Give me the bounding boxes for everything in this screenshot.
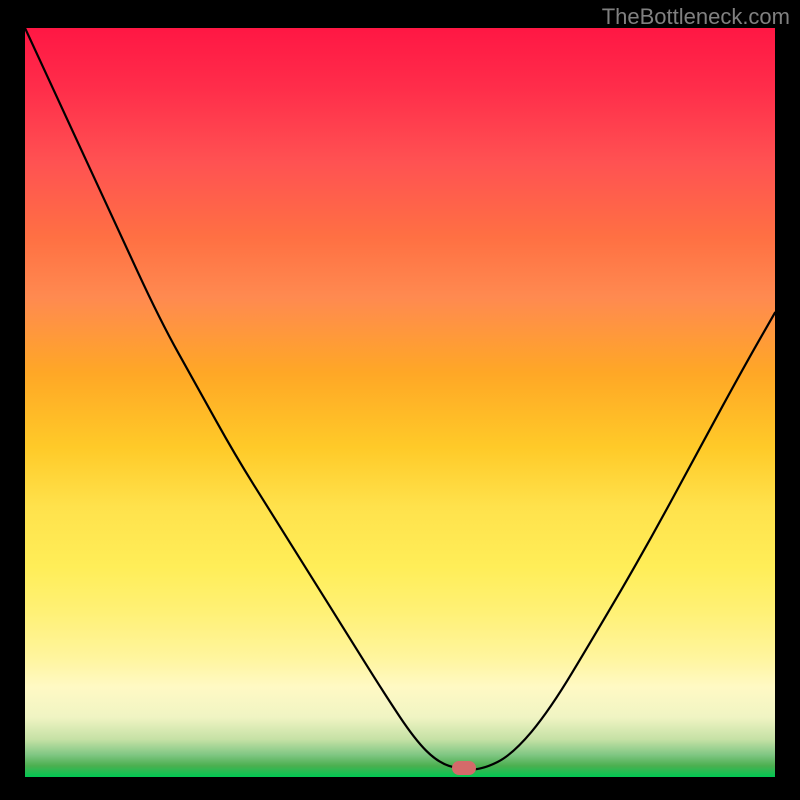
plot-area	[25, 28, 775, 777]
optimal-point-marker	[452, 761, 476, 775]
watermark-text: TheBottleneck.com	[602, 4, 790, 30]
bottleneck-curve	[25, 28, 775, 777]
chart-container: TheBottleneck.com	[0, 0, 800, 800]
